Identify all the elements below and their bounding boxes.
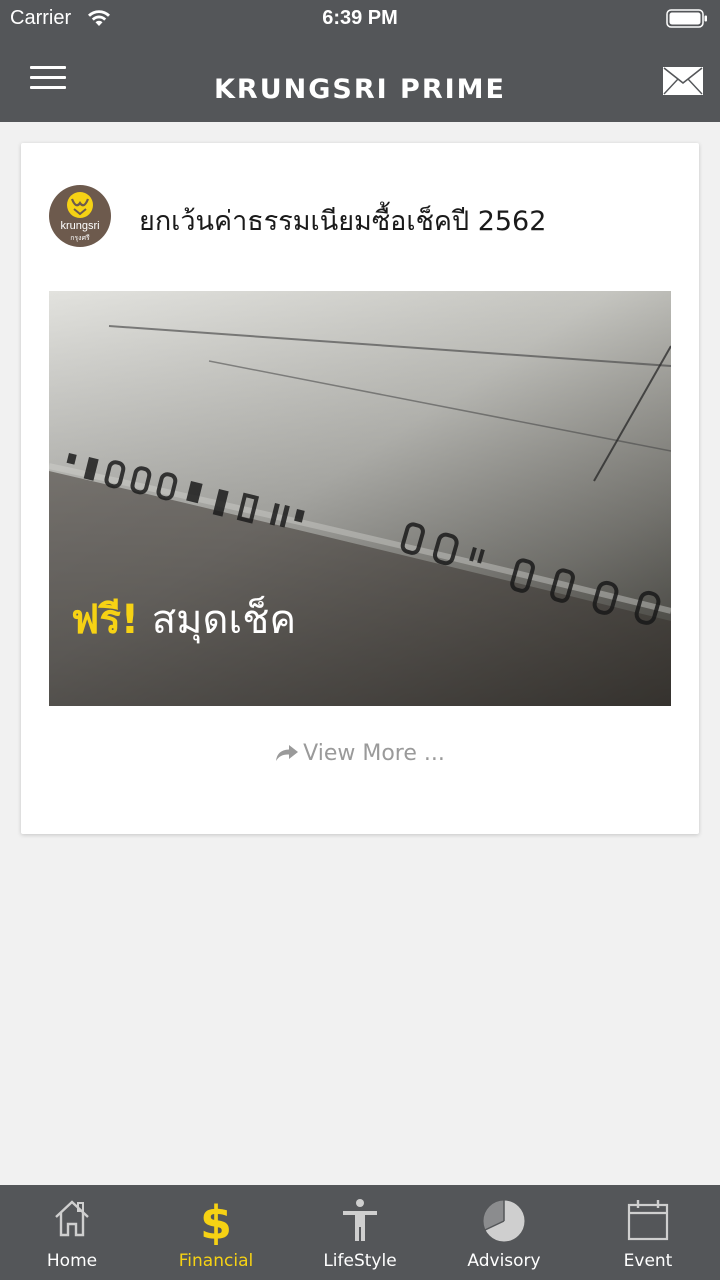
- svg-text:$: $: [200, 1197, 232, 1245]
- person-icon: [340, 1197, 380, 1247]
- logo-subtext: กรุงศรี: [70, 235, 90, 242]
- image-caption: ฟรี! สมุดเช็ค: [71, 587, 296, 651]
- logo-text: krungsri: [60, 220, 100, 232]
- view-more-label: View More ...: [303, 741, 445, 766]
- calendar-icon: [626, 1197, 670, 1247]
- promo-card[interactable]: krungsri กรุงศรี ยกเว้นค่าธรรมเนียมซื้อเ…: [21, 143, 699, 834]
- tab-financial[interactable]: $ Financial: [144, 1185, 288, 1280]
- tab-label-advisory: Advisory: [467, 1251, 541, 1271]
- share-arrow-icon: [276, 745, 299, 761]
- envelope-icon[interactable]: [662, 66, 704, 100]
- home-icon: [52, 1197, 92, 1243]
- battery-icon: [666, 9, 708, 33]
- top-bar: Carrier 6:39 PM KRUNGSRI PRIME: [0, 0, 720, 122]
- cheque-book-image[interactable]: ฟรี! สมุดเช็ค: [49, 291, 671, 706]
- page-title: KRUNGSRI PRIME: [213, 74, 506, 105]
- dollar-icon: $: [196, 1196, 236, 1250]
- tab-label-event: Event: [623, 1251, 673, 1271]
- tab-lifestyle[interactable]: LifeStyle: [288, 1185, 432, 1280]
- krungsri-logo: krungsri กรุงศรี: [49, 185, 111, 247]
- tab-label-home: Home: [46, 1251, 98, 1271]
- tab-advisory[interactable]: Advisory: [432, 1185, 576, 1280]
- tab-home[interactable]: Home: [0, 1185, 144, 1280]
- tab-event[interactable]: Event: [576, 1185, 720, 1280]
- image-caption-highlight: ฟรี!: [71, 597, 140, 643]
- pie-chart-icon: [480, 1197, 528, 1249]
- image-caption-rest: สมุดเช็ค: [139, 597, 297, 643]
- view-more-link[interactable]: View More ...: [21, 741, 699, 766]
- clock: 6:39 PM: [322, 7, 398, 29]
- status-bar: Carrier 6:39 PM: [0, 0, 720, 40]
- tab-label-financial: Financial: [178, 1251, 254, 1271]
- card-title: ยกเว้นค่าธรรมเนียมซื้อเช็คปี 2562: [139, 206, 547, 237]
- bottom-tab-bar: Home $ Financial LifeStyle Advisory Even…: [0, 1185, 720, 1280]
- tab-label-lifestyle: LifeStyle: [323, 1251, 397, 1271]
